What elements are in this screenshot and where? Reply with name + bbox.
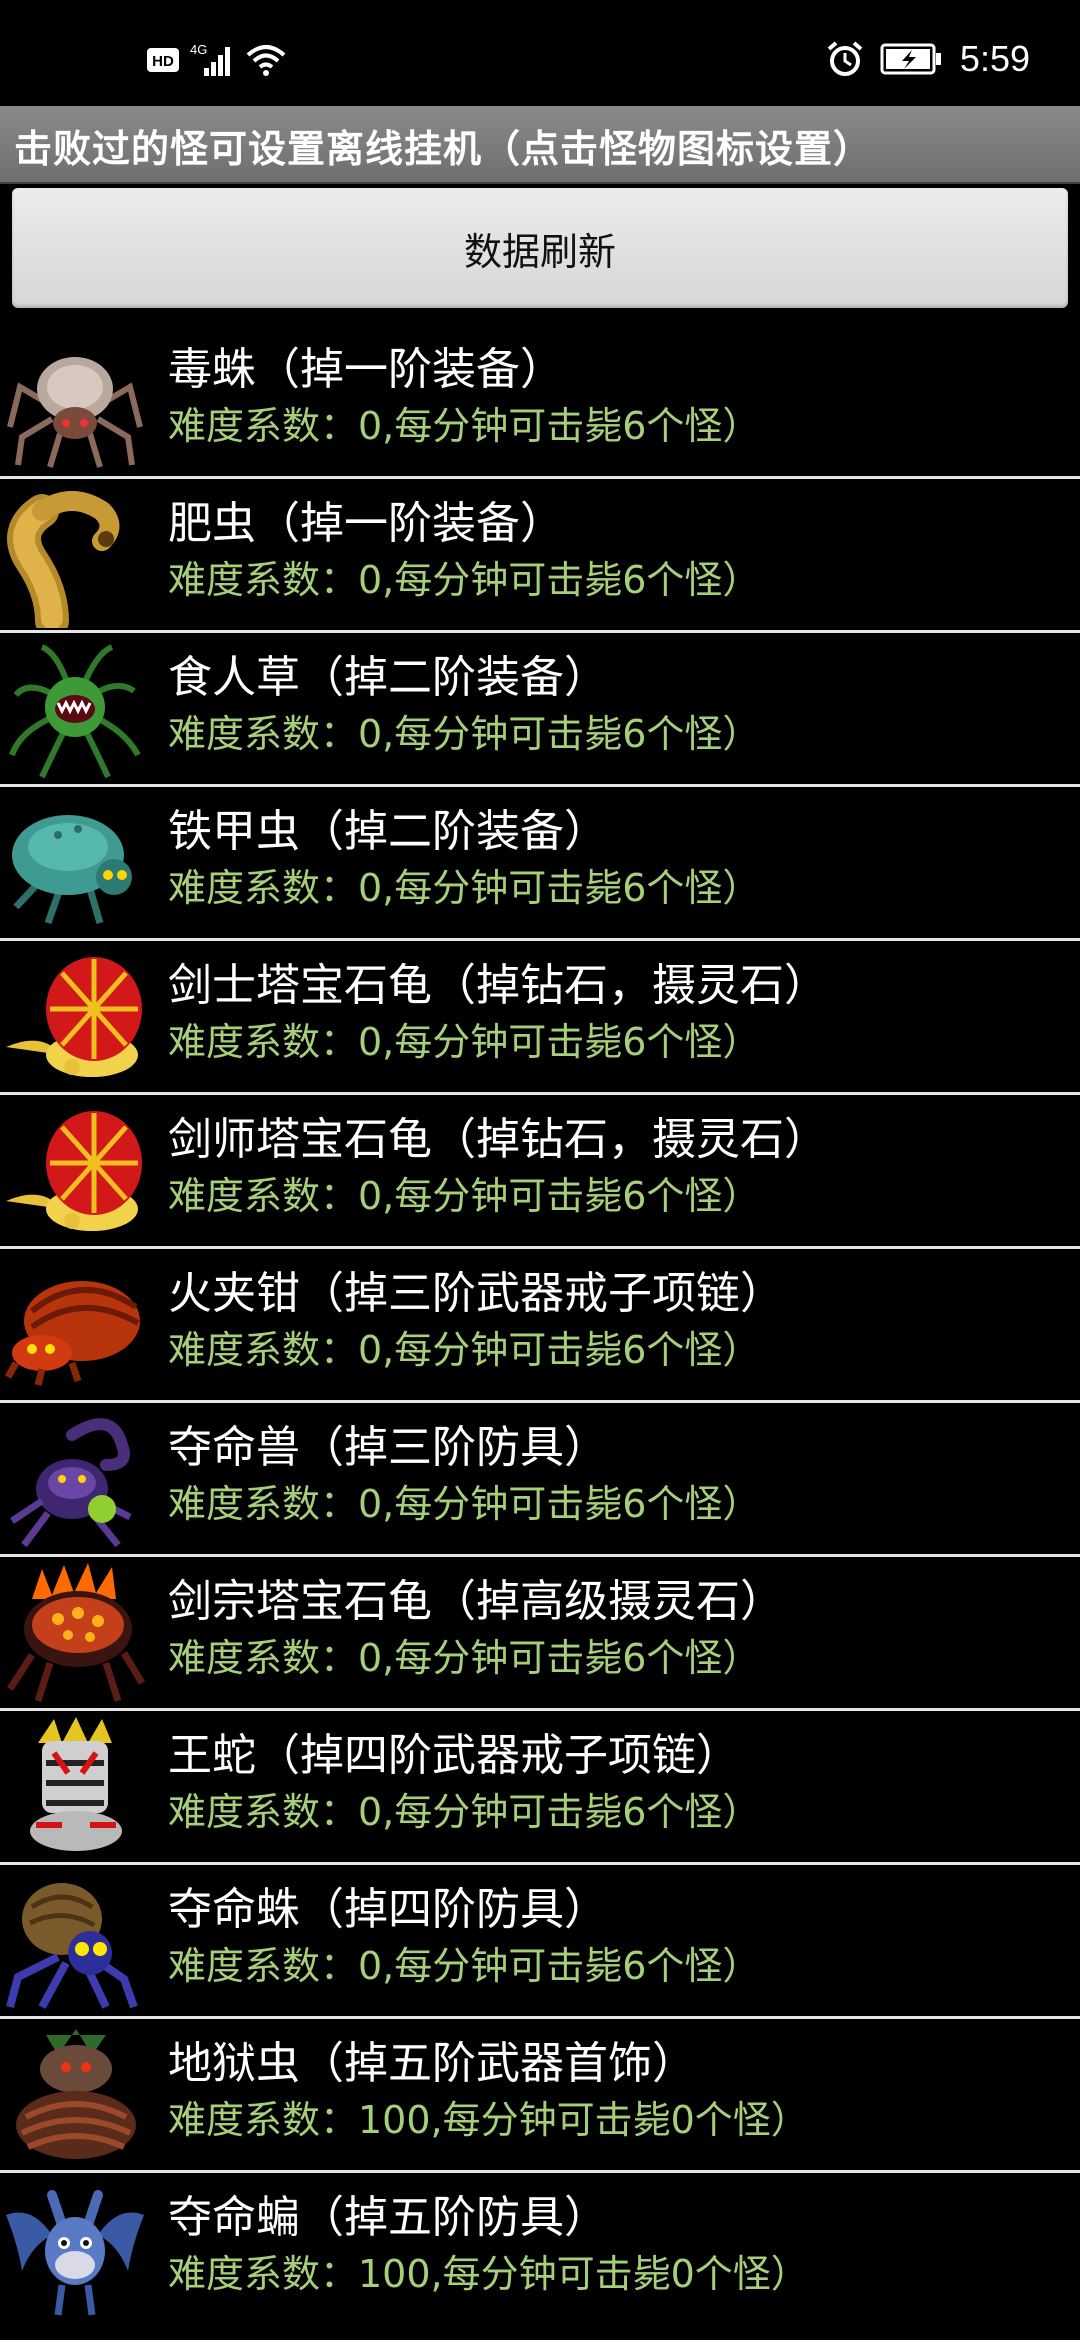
monster-detail: 难度系数：100,每分钟可击毙0个怪） bbox=[168, 2252, 809, 2296]
gem-turtle-icon[interactable] bbox=[2, 943, 148, 1090]
monster-name: 火夹钳（掉三阶武器戒子项链） bbox=[168, 1268, 784, 1319]
monster-detail: 难度系数：0,每分钟可击毙6个怪） bbox=[168, 1790, 761, 1834]
monster-name: 食人草（掉二阶装备） bbox=[168, 652, 608, 703]
death-bat-icon[interactable] bbox=[2, 2175, 148, 2322]
gem-turtle-icon[interactable] bbox=[2, 1097, 148, 1244]
monster-detail: 难度系数：0,每分钟可击毙6个怪） bbox=[168, 1944, 761, 1988]
page-title: 击败过的怪可设置离线挂机（点击怪物图标设置） bbox=[14, 127, 873, 171]
iron-beetle-icon[interactable] bbox=[2, 789, 148, 936]
hell-worm-icon[interactable] bbox=[2, 2021, 148, 2168]
monster-detail: 难度系数：0,每分钟可击毙6个怪） bbox=[168, 1174, 761, 1218]
monster-detail: 难度系数：0,每分钟可击毙6个怪） bbox=[168, 404, 761, 448]
monster-detail: 难度系数：0,每分钟可击毙6个怪） bbox=[168, 558, 761, 602]
monster-detail: 难度系数：0,每分钟可击毙6个怪） bbox=[168, 866, 761, 910]
scorpion-beast-icon[interactable] bbox=[2, 1405, 148, 1552]
worm-monster-icon[interactable] bbox=[2, 481, 148, 638]
refresh-data-label: 数据刷新 bbox=[463, 229, 616, 274]
monster-detail: 难度系数：0,每分钟可击毙6个怪） bbox=[168, 1328, 761, 1372]
monster-name: 毒蛛（掉一阶装备） bbox=[168, 344, 564, 395]
4g-signal-icon: 4G bbox=[190, 42, 230, 76]
list-item[interactable]: 剑师塔宝石龟（掉钻石，摄灵石） 难度系数：0,每分钟可击毙6个怪） bbox=[0, 1095, 1080, 1249]
monster-name: 铁甲虫（掉二阶装备） bbox=[168, 806, 608, 857]
wifi-icon bbox=[246, 45, 286, 76]
monster-name: 地狱虫（掉五阶武器首饰） bbox=[168, 2038, 696, 2089]
svg-text:4G: 4G bbox=[190, 42, 207, 57]
monster-list: 毒蛛（掉一阶装备） 难度系数：0,每分钟可击毙6个怪） 肥虫（掉一阶装备） 难度… bbox=[0, 325, 1080, 2324]
monster-name: 夺命蝙（掉五阶防具） bbox=[168, 2192, 608, 2243]
list-item[interactable]: 夺命兽（掉三阶防具） 难度系数：0,每分钟可击毙6个怪） bbox=[0, 1403, 1080, 1557]
monster-detail: 难度系数：0,每分钟可击毙6个怪） bbox=[168, 1636, 761, 1680]
monster-detail: 难度系数：100,每分钟可击毙0个怪） bbox=[168, 2098, 809, 2142]
list-item[interactable]: 剑士塔宝石龟（掉钻石，摄灵石） 难度系数：0,每分钟可击毙6个怪） bbox=[0, 941, 1080, 1095]
monster-name: 肥虫（掉一阶装备） bbox=[168, 498, 564, 549]
monster-name: 剑士塔宝石龟（掉钻石，摄灵石） bbox=[168, 960, 828, 1011]
list-item[interactable]: 肥虫（掉一阶装备） 难度系数：0,每分钟可击毙6个怪） bbox=[0, 479, 1080, 638]
list-item[interactable]: 夺命蝙（掉五阶防具） 难度系数：100,每分钟可击毙0个怪） bbox=[0, 2173, 1080, 2324]
list-item[interactable]: 铁甲虫（掉二阶装备） 难度系数：0,每分钟可击毙6个怪） bbox=[0, 787, 1080, 941]
monster-name: 夺命兽（掉三阶防具） bbox=[168, 1422, 608, 1473]
monster-name: 剑师塔宝石龟（掉钻石，摄灵石） bbox=[168, 1114, 828, 1165]
monster-detail: 难度系数：0,每分钟可击毙6个怪） bbox=[168, 1482, 761, 1526]
maneater-plant-icon[interactable] bbox=[2, 635, 148, 782]
list-item[interactable]: 食人草（掉二阶装备） 难度系数：0,每分钟可击毙6个怪） bbox=[0, 633, 1080, 787]
title-bar: 击败过的怪可设置离线挂机（点击怪物图标设置） bbox=[0, 106, 1080, 184]
battery-charging-icon bbox=[880, 43, 941, 75]
list-item[interactable]: 火夹钳（掉三阶武器戒子项链） 难度系数：0,每分钟可击毙6个怪） bbox=[0, 1249, 1080, 1403]
alarm-icon bbox=[827, 41, 863, 76]
refresh-data-button[interactable]: 数据刷新 bbox=[12, 188, 1068, 308]
fire-pincer-icon[interactable] bbox=[2, 1251, 148, 1398]
king-serpent-icon[interactable] bbox=[2, 1713, 148, 1860]
list-item[interactable]: 王蛇（掉四阶武器戒子项链） 难度系数：0,每分钟可击毙6个怪） bbox=[0, 1711, 1080, 1865]
status-left: HD 4G bbox=[146, 42, 286, 78]
monster-name: 王蛇（掉四阶武器戒子项链） bbox=[168, 1730, 740, 1781]
monster-detail: 难度系数：0,每分钟可击毙6个怪） bbox=[168, 1020, 761, 1064]
list-item[interactable]: 地狱虫（掉五阶武器首饰） 难度系数：100,每分钟可击毙0个怪） bbox=[0, 2019, 1080, 2173]
monster-name: 夺命蛛（掉四阶防具） bbox=[168, 1884, 608, 1935]
svg-text:HD: HD bbox=[152, 53, 174, 70]
list-item[interactable]: 夺命蛛（掉四阶防具） 难度系数：0,每分钟可击毙6个怪） bbox=[0, 1865, 1080, 2019]
spider-monster-icon[interactable] bbox=[2, 327, 148, 474]
status-bar: HD 4G 5:59 bbox=[0, 0, 1080, 106]
hd-icon: HD bbox=[147, 48, 179, 72]
monster-name: 剑宗塔宝石龟（掉高级摄灵石） bbox=[168, 1576, 784, 1627]
status-right: 5:59 bbox=[826, 38, 1030, 80]
clock: 5:59 bbox=[959, 38, 1030, 79]
monster-detail: 难度系数：0,每分钟可击毙6个怪） bbox=[168, 712, 761, 756]
list-item[interactable]: 毒蛛（掉一阶装备） 难度系数：0,每分钟可击毙6个怪） bbox=[0, 325, 1080, 479]
lava-turtle-icon[interactable] bbox=[2, 1559, 148, 1706]
death-spider-icon[interactable] bbox=[2, 1867, 148, 2014]
list-item[interactable]: 剑宗塔宝石龟（掉高级摄灵石） 难度系数：0,每分钟可击毙6个怪） bbox=[0, 1557, 1080, 1711]
